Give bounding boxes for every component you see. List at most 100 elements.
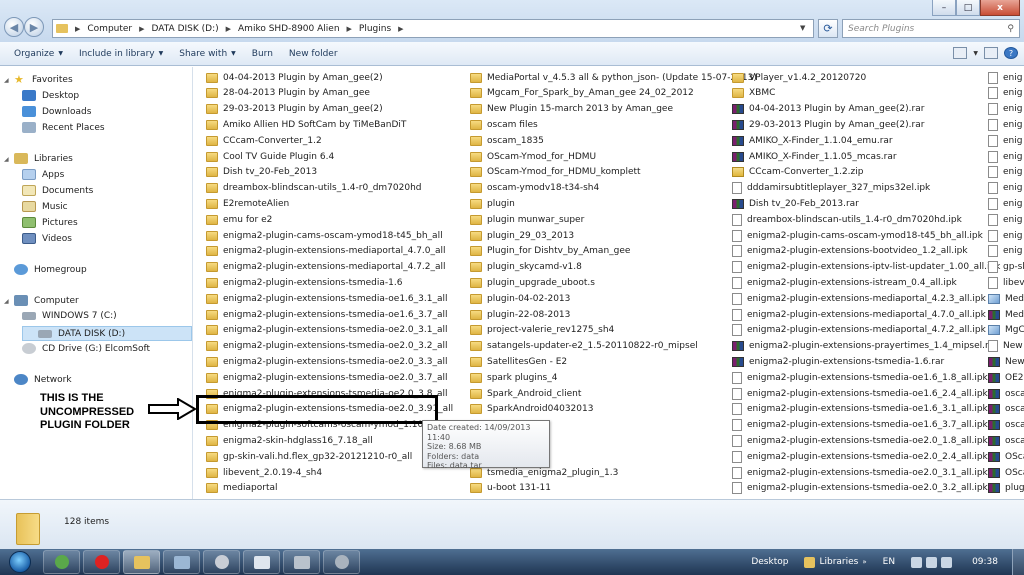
nav-desktop[interactable]: Desktop	[22, 90, 79, 101]
nav-cd-drive[interactable]: CD Drive (G:) ElcomSoft	[22, 343, 150, 354]
list-item[interactable]: enigma2-plugin-extensions-tsmedia-oe1.6_…	[732, 386, 988, 401]
list-item[interactable]: enig	[988, 70, 1022, 85]
list-item[interactable]: enigma2-plugin-extensions-mediaportal_4.…	[206, 244, 446, 259]
list-item[interactable]: enigma2-plugin-extensions-iptv-list-upda…	[732, 260, 1000, 275]
list-item[interactable]: enig	[988, 165, 1022, 180]
start-button[interactable]	[0, 549, 40, 575]
list-item[interactable]: Mgcam_For_Spark_by_Aman_gee 24_02_2012	[470, 86, 694, 101]
list-item[interactable]: enigma2-plugin-cams-oscam-ymod18-t45_bh_…	[732, 228, 983, 243]
list-item[interactable]: VPlayer_v1.4.2_20120720	[732, 70, 866, 85]
list-item[interactable]: plugin_29_03_2013	[470, 228, 574, 243]
list-item[interactable]: mediaportal	[206, 481, 278, 496]
list-item[interactable]: Plugin_for Dishtv_by_Aman_gee	[470, 244, 630, 259]
list-item[interactable]: enigma2-plugin-extensions-bootvideo_1.2_…	[732, 244, 968, 259]
list-item[interactable]: libevent_2.0.19-4_sh4	[206, 465, 322, 480]
breadcrumb-computer[interactable]: Computer	[83, 24, 136, 34]
nav-computer[interactable]: Computer	[14, 295, 79, 306]
forward-button[interactable]: ▶	[24, 17, 44, 37]
list-item[interactable]: oscam	[988, 433, 1024, 448]
list-item[interactable]: oscam files	[470, 117, 538, 132]
list-item[interactable]: enig	[988, 244, 1022, 259]
list-item[interactable]: MediaPortal v_4.5.3 all & python_json- (…	[470, 70, 757, 85]
list-item[interactable]: dddamirsubtitleplayer_327_mips32el.ipk	[732, 181, 930, 196]
list-item[interactable]: enigma2-plugin-extensions-tsmedia-oe2.0_…	[206, 323, 447, 338]
tray-desktop-toolbar[interactable]: Desktop	[751, 557, 788, 567]
taskbar-app-archive[interactable]	[283, 550, 320, 574]
list-item[interactable]: enigma2-plugin-extensions-tsmedia-oe2.0_…	[206, 370, 447, 385]
refresh-button[interactable]: ⟳	[818, 19, 838, 38]
list-item[interactable]: enigma2-plugin-extensions-istream_0.4_al…	[732, 275, 957, 290]
expand-icon[interactable]: ◢	[4, 298, 9, 305]
list-item[interactable]: dreambox-blindscan-utils_1.4-r0_dm7020hd	[206, 181, 422, 196]
list-item[interactable]: SparkAndroid04032013	[470, 402, 593, 417]
list-item[interactable]: enig	[988, 181, 1022, 196]
list-item[interactable]: enigma2-plugin-extensions-mediaportal_4.…	[732, 307, 986, 322]
breadcrumb-data-disk[interactable]: DATA DISK (D:)	[148, 24, 223, 34]
list-item[interactable]: Amiko Allien HD SoftCam by TiMeBanDiT	[206, 117, 406, 132]
list-item[interactable]: 28-04-2013 Plugin by Aman_gee	[206, 86, 370, 101]
back-button[interactable]: ◀	[4, 17, 24, 37]
help-icon[interactable]: ?	[1004, 47, 1018, 59]
list-item[interactable]: enigma2-plugin-extensions-tsmedia-oe1.6_…	[732, 402, 988, 417]
list-item[interactable]: enigma2-plugin-extensions-mediaportal_4.…	[732, 323, 986, 338]
list-item[interactable]: enig	[988, 86, 1022, 101]
list-item[interactable]: u-boot 131-11	[470, 481, 551, 496]
list-item[interactable]: enigma2-plugin-extensions-tsmedia-oe1.6_…	[732, 418, 988, 433]
taskbar-app-explorer[interactable]	[123, 550, 160, 574]
breadcrumb-plugins[interactable]: Plugins	[355, 24, 395, 34]
list-item[interactable]: plugin	[470, 196, 515, 211]
list-item[interactable]: plugin munwar_super	[470, 212, 584, 227]
nav-recent-places[interactable]: Recent Places	[22, 122, 105, 133]
list-item[interactable]: spark plugins_4	[470, 370, 557, 385]
list-item[interactable]: Media	[988, 307, 1024, 322]
nav-downloads[interactable]: Downloads	[22, 106, 91, 117]
list-item[interactable]: enigma2-plugin-extensions-tsmedia-1.6	[206, 275, 402, 290]
nav-windows7-drive[interactable]: WINDOWS 7 (C:)	[22, 311, 117, 321]
list-item[interactable]: E2remoteAlien	[206, 196, 289, 211]
list-item[interactable]: New Plugin 15-march 2013 by Aman_gee	[470, 102, 673, 117]
list-item[interactable]: Spark_Android_client	[470, 386, 581, 401]
nav-videos[interactable]: Videos	[22, 233, 72, 244]
list-item[interactable]: OScam-Ymod_for_HDMU_komplett	[470, 165, 641, 180]
expand-icon[interactable]: ◢	[4, 156, 9, 163]
list-item[interactable]: OScar	[988, 465, 1024, 480]
chevron-down-icon[interactable]: ▼	[973, 50, 978, 57]
list-item[interactable]: enigma2-plugin-extensions-tsmedia-oe2.0_…	[732, 481, 988, 496]
taskbar-app-media[interactable]	[203, 550, 240, 574]
change-view-icon[interactable]	[953, 47, 968, 59]
list-item[interactable]: project-valerie_rev1275_sh4	[470, 323, 614, 338]
nav-libraries[interactable]: Libraries	[14, 153, 73, 164]
list-item[interactable]: oscam	[988, 418, 1024, 433]
include-in-library-button[interactable]: Include in library ▼	[71, 49, 171, 59]
list-item[interactable]: plugin-22-08-2013	[470, 307, 570, 322]
list-item[interactable]: New P	[988, 354, 1024, 369]
list-item[interactable]: Media	[988, 291, 1024, 306]
list-item[interactable]: enigma2-plugin-extensions-prayertimes_1.…	[732, 339, 998, 354]
nav-documents[interactable]: Documents	[22, 185, 93, 196]
list-item[interactable]: plugin-04-02-2013	[470, 291, 570, 306]
breadcrumb-amiko[interactable]: Amiko SHD-8900 Alien	[234, 24, 344, 34]
taskbar-app-opera[interactable]	[83, 550, 120, 574]
list-item[interactable]: OScam-Ymod_for_HDMU	[470, 149, 596, 164]
list-item[interactable]: 29-03-2013 Plugin by Aman_gee(2)	[206, 102, 383, 117]
list-item[interactable]: CCcam-Converter_1.2.zip	[732, 165, 863, 180]
nav-data-disk-selected[interactable]: DATA DISK (D:)	[22, 326, 192, 341]
list-item[interactable]: 04-04-2013 Plugin by Aman_gee(2).rar	[732, 102, 924, 117]
list-item[interactable]: dreambox-blindscan-utils_1.4-r0_dm7020hd…	[732, 212, 962, 227]
organize-button[interactable]: Organize ▼	[6, 49, 71, 59]
address-dropdown-icon[interactable]: ▼	[800, 24, 805, 32]
taskbar-app-image[interactable]	[163, 550, 200, 574]
list-item[interactable]: oscam	[988, 402, 1024, 417]
taskbar-app-disk[interactable]	[323, 550, 360, 574]
list-item[interactable]: enigma2-plugin-extensions-tsmedia-oe1.6_…	[206, 307, 447, 322]
nav-music[interactable]: Music	[22, 201, 68, 212]
list-item[interactable]: enigma2-plugin-cams-oscam-ymod18-t45_bh_…	[206, 228, 443, 243]
tray-libraries-toolbar[interactable]: Libraries»	[804, 556, 867, 568]
nav-homegroup[interactable]: Homegroup	[14, 264, 87, 275]
list-item[interactable]: Cool TV Guide Plugin 6.4	[206, 149, 334, 164]
list-item[interactable]: plugin_skycamd-v1.8	[470, 260, 582, 275]
minimize-button[interactable]: –	[932, 0, 956, 16]
list-item[interactable]: enig	[988, 133, 1022, 148]
list-item[interactable]: oscam-ymodv18-t34-sh4	[470, 181, 599, 196]
list-item[interactable]: enigma2-skin-hdglass16_7.18_all	[206, 433, 373, 448]
